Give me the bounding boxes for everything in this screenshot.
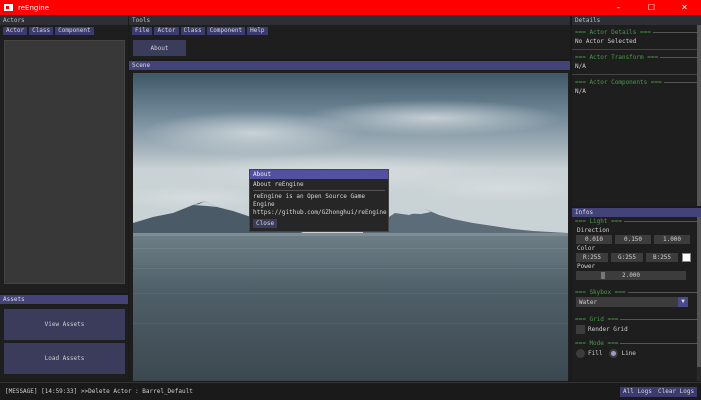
tab-help[interactable]: Help — [247, 27, 268, 35]
color-r-field[interactable]: R:255 — [576, 253, 608, 262]
mode-header: === Mode === — [572, 339, 701, 348]
assets-panel-header: Assets — [0, 295, 128, 304]
clear-logs-button[interactable]: Clear Logs — [655, 387, 698, 397]
tab-tools-actor[interactable]: Actor — [154, 27, 179, 35]
window-titlebar: reEngine – ☐ ✕ — [0, 0, 701, 15]
details-divider — [572, 74, 701, 75]
about-button[interactable]: About — [133, 40, 186, 56]
actor-components-value: N/A — [575, 88, 586, 95]
color-label: Color — [577, 245, 596, 252]
tab-file[interactable]: File — [132, 27, 153, 35]
render-grid-checkbox[interactable] — [576, 325, 585, 334]
tools-tabbar: File Actor Class Component Help — [129, 25, 570, 37]
about-separator — [253, 190, 385, 191]
color-swatch[interactable] — [682, 253, 691, 262]
direction-row: 0.010 0.150 1.000 — [572, 235, 701, 244]
tab-component[interactable]: Component — [55, 27, 94, 35]
about-dialog-body: About reEngine reEngine is an Open Sourc… — [250, 179, 388, 219]
actors-list[interactable] — [4, 40, 125, 284]
infos-scrollbar-thumb[interactable] — [697, 217, 701, 367]
infos-panel: Infos === Light === Direction 0.010 0.15… — [572, 208, 701, 381]
actor-details-header: === Actor Details === — [572, 28, 701, 37]
infos-scrollbar[interactable] — [697, 217, 701, 381]
skybox-dropdown[interactable]: Water ▼ — [576, 297, 688, 307]
tools-panel: Tools File Actor Class Component Help — [129, 16, 570, 59]
direction-z-field[interactable]: 1.000 — [654, 235, 690, 244]
mode-fill-label: Fill — [588, 350, 603, 357]
mode-row: Fill Line — [572, 348, 701, 359]
skybox-value: Water — [579, 298, 598, 306]
mode-fill-radio[interactable] — [576, 349, 585, 358]
power-slider[interactable]: 2.000 — [576, 271, 686, 280]
window-title: reEngine — [18, 3, 50, 12]
app-icon — [4, 4, 13, 11]
power-slider-grab[interactable] — [601, 272, 605, 279]
about-close-button[interactable]: Close — [253, 219, 278, 228]
about-dialog-title: About — [250, 170, 388, 179]
mode-line-label: Line — [621, 350, 636, 357]
close-window-button[interactable]: ✕ — [668, 0, 701, 15]
maximize-button[interactable]: ☐ — [635, 0, 668, 15]
tools-panel-header: Tools — [129, 16, 570, 25]
details-panel: Details === Actor Details === No Actor S… — [572, 16, 701, 206]
render-grid-label: Render Grid — [588, 326, 628, 333]
actors-panel-header: Actors — [0, 16, 128, 25]
all-logs-button[interactable]: All Logs — [620, 387, 655, 397]
actor-transform-header: === Actor Transform === — [572, 53, 701, 62]
about-repo-link[interactable]: https://github.com/GZhonghui/reEngine — [253, 209, 387, 217]
log-message: [MESSAGE] [14:59:33] >>Delete Actor : Ba… — [5, 388, 193, 395]
direction-x-field[interactable]: 0.010 — [576, 235, 612, 244]
details-scrollbar[interactable] — [697, 25, 701, 206]
scene-panel-header: Scene — [129, 61, 570, 70]
tab-tools-component[interactable]: Component — [206, 27, 246, 35]
window-controls: – ☐ ✕ — [602, 0, 701, 15]
view-assets-button[interactable]: View Assets — [4, 309, 125, 340]
chevron-down-icon[interactable]: ▼ — [678, 297, 688, 307]
details-scrollbar-thumb[interactable] — [697, 25, 701, 206]
actor-components-header: === Actor Components === — [572, 78, 701, 87]
about-dialog: About About reEngine reEngine is an Open… — [249, 169, 389, 232]
mode-line-radio[interactable] — [609, 349, 619, 358]
tab-actor[interactable]: Actor — [3, 27, 28, 35]
details-divider — [572, 49, 701, 50]
tab-tools-class[interactable]: Class — [180, 27, 205, 35]
actors-tabbar: Actor Class Component — [0, 25, 128, 37]
power-value: 2.000 — [621, 272, 641, 279]
actor-transform-value: N/A — [575, 63, 586, 70]
load-assets-button[interactable]: Load Assets — [4, 343, 125, 374]
grid-header: === Grid === — [572, 315, 701, 324]
about-heading: About reEngine — [253, 181, 304, 188]
minimize-button[interactable]: – — [602, 0, 635, 15]
direction-y-field[interactable]: 0.150 — [615, 235, 651, 244]
light-header: === Light === — [572, 217, 701, 226]
render-grid-row: Render Grid — [572, 324, 701, 335]
log-bar: [MESSAGE] [14:59:33] >>Delete Actor : Ba… — [0, 382, 701, 400]
infos-panel-header: Infos — [572, 208, 701, 217]
actor-details-value: No Actor Selected — [575, 38, 637, 45]
details-panel-header: Details — [572, 16, 701, 25]
direction-label: Direction — [577, 227, 610, 234]
power-label: Power — [577, 263, 596, 270]
tab-class[interactable]: Class — [29, 27, 54, 35]
about-description: reEngine is an Open Source Game Engine — [253, 193, 365, 208]
skybox-header: === Skybox === — [572, 288, 701, 297]
color-row: R:255 G:255 B:255 — [572, 253, 701, 262]
color-b-field[interactable]: B:255 — [646, 253, 678, 262]
color-g-field[interactable]: G:255 — [611, 253, 643, 262]
